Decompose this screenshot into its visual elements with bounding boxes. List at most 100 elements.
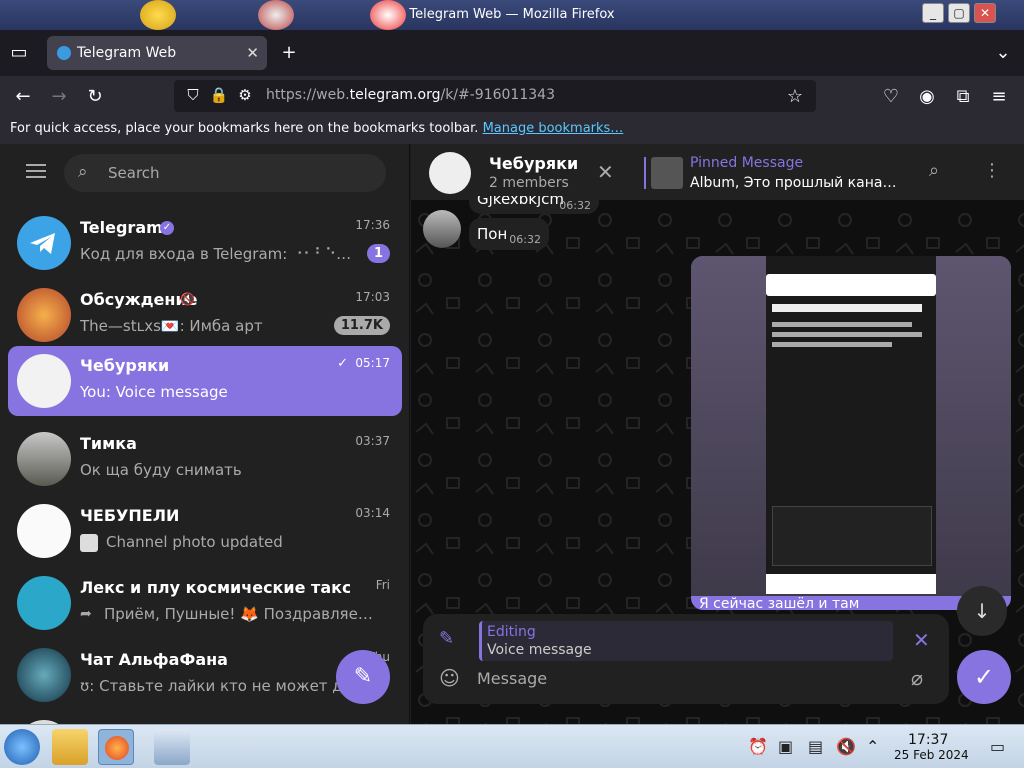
message-text: Gjkexbkjcm: [477, 196, 565, 208]
bookmarks-toolbar: For quick access, place your bookmarks h…: [0, 116, 1024, 144]
more-options-icon[interactable]: ⋮: [983, 160, 1001, 181]
arrow-down-icon: ↓: [973, 599, 991, 623]
avatar: [17, 432, 71, 486]
account-icon[interactable]: ◉: [916, 86, 938, 107]
message-composer: ✎ Editing Voice message ✕ ☺ Message ⌀: [423, 614, 949, 704]
confirm-edit-button[interactable]: ✓: [957, 650, 1011, 704]
close-icon[interactable]: ✕: [597, 160, 614, 184]
pencil-icon: ✎: [353, 664, 373, 689]
clipboard-icon[interactable]: ▣: [778, 737, 793, 756]
new-tab-icon[interactable]: +: [278, 42, 300, 63]
forward-icon[interactable]: →: [48, 86, 70, 107]
manage-bookmarks-link[interactable]: Manage bookmarks…: [483, 121, 624, 136]
chat-item-telegram[interactable]: Telegram ✓ 17:36 Код для входа в Telegra…: [8, 208, 402, 278]
chat-name: Лекс и плу космические таксисты: [80, 578, 350, 597]
pinned-text[interactable]: Album, Это прошлый канал ч…: [690, 175, 900, 191]
photo-text-line: [772, 342, 892, 347]
chat-item-obsuzhdenie[interactable]: Обсуждение 🔇 17:03 The—stʟxs💌: Имба арт …: [8, 280, 402, 350]
minimize-button[interactable]: _: [922, 3, 944, 23]
notification-icon[interactable]: ⏰: [748, 737, 768, 756]
back-icon[interactable]: ←: [12, 86, 34, 107]
emoji-icon[interactable]: ☺: [439, 666, 460, 690]
chat-members-count: 2 members: [489, 175, 569, 191]
cancel-edit-icon[interactable]: ✕: [913, 628, 930, 652]
message-bubble[interactable]: Пон 06:32: [469, 218, 549, 250]
reload-icon[interactable]: ↻: [84, 86, 106, 107]
tab-overview-icon[interactable]: ▭: [8, 42, 30, 63]
chat-time: 03:37: [355, 434, 390, 448]
menu-icon[interactable]: ≡: [988, 86, 1010, 107]
new-message-button[interactable]: ✎: [336, 650, 390, 704]
chat-time: 17:03: [355, 290, 390, 304]
tab-telegram-web[interactable]: Telegram Web ✕: [47, 36, 267, 70]
control-panel-icon[interactable]: [154, 729, 190, 765]
hamburger-menu-icon[interactable]: [26, 164, 46, 178]
file-explorer-icon[interactable]: [52, 729, 88, 765]
scroll-down-button[interactable]: ↓: [957, 586, 1007, 636]
chat-item-cheburyaki[interactable]: Чебуряки ✓ 05:17 You: Voice message: [8, 346, 402, 416]
chat-name: Тимка: [80, 434, 137, 453]
search-icon[interactable]: ⌕: [929, 160, 939, 181]
photo-message[interactable]: Я сейчас зашёл и там: [691, 256, 1011, 610]
permissions-icon[interactable]: ⚙: [234, 86, 256, 104]
pinned-thumbnail: [651, 157, 683, 189]
lock-icon[interactable]: 🔒: [208, 86, 230, 104]
chat-item-partial[interactable]: [8, 712, 402, 724]
url-bar[interactable]: ⛉ 🔒 ⚙ https://web.telegram.org/k/#-91601…: [174, 80, 816, 112]
photo-text-line: [772, 332, 922, 337]
photo-nav-bar: [766, 574, 936, 594]
list-tabs-icon[interactable]: ⌄: [992, 42, 1014, 63]
navigation-toolbar: ← → ↻ ⛉ 🔒 ⚙ https://web.telegram.org/k/#…: [0, 76, 1024, 116]
photo-code-block: [772, 506, 932, 566]
firefox-taskbar-button[interactable]: [98, 729, 134, 765]
search-input[interactable]: ⌕ Search: [64, 154, 386, 192]
pencil-icon: ✎: [439, 628, 455, 649]
extensions-icon[interactable]: ⧉: [952, 86, 974, 107]
chat-avatar[interactable]: [429, 152, 471, 194]
action-center-icon[interactable]: ▭: [990, 737, 1005, 756]
editing-title: Editing: [487, 624, 536, 640]
photo-screenshot: [766, 256, 936, 594]
clock-date[interactable]: 25 Feb 2024: [894, 748, 969, 762]
chat-preview: The—stʟxs💌: Имба арт: [80, 317, 263, 335]
sender-avatar[interactable]: [423, 210, 461, 248]
message-time: 06:32: [559, 199, 591, 212]
message-time: 06:32: [509, 233, 541, 246]
chat-preview: ʊ: Ставьте лайки кто не может дож: [80, 677, 360, 695]
device-icon[interactable]: ▤: [808, 737, 823, 756]
chat-item-timka[interactable]: Тимка 03:37 Ок ща буду снимать: [8, 424, 402, 494]
pinned-title[interactable]: Pinned Message: [690, 155, 803, 171]
unread-badge: 11.7K: [333, 316, 390, 335]
message-bubble[interactable]: Gjkexbkjcm 06:32: [469, 196, 599, 214]
chat-header[interactable]: Чебуряки 2 members ✕ Pinned Message Albu…: [411, 144, 1024, 200]
chat-preview: Ок ща буду снимать: [80, 461, 242, 479]
chat-preview: Channel photo updated: [106, 533, 283, 551]
shield-icon[interactable]: ⛉: [182, 86, 204, 104]
volume-muted-icon[interactable]: 🔇: [836, 737, 856, 756]
show-hidden-icons[interactable]: ⌃: [866, 737, 879, 756]
chat-item-chebupeli[interactable]: ЧЕБУПЕЛИ 03:14 Channel photo updated: [8, 496, 402, 566]
unread-badge: 1: [366, 244, 390, 263]
photo-address-bar: [766, 274, 936, 296]
attach-icon[interactable]: ⌀: [911, 666, 923, 690]
maximize-button[interactable]: ▢: [948, 3, 970, 23]
message-text: Пон: [477, 225, 508, 243]
pinned-indicator: [644, 157, 646, 189]
clock-time[interactable]: 17:37: [908, 732, 948, 748]
photo-thumb-icon: [80, 534, 98, 552]
chat-item-leks[interactable]: Лекс и плу космические таксисты Fri ➦ Пр…: [8, 568, 402, 638]
chat-name: Чат АльфаФана: [80, 650, 228, 669]
close-tab-icon[interactable]: ✕: [246, 44, 259, 62]
bookmark-star-icon[interactable]: ☆: [784, 86, 806, 107]
message-input[interactable]: Message: [477, 669, 547, 688]
pocket-icon[interactable]: ♡: [880, 86, 902, 107]
photo-text-line: [772, 304, 922, 312]
chat-time: 03:14: [355, 506, 390, 520]
forward-icon: ➦: [80, 606, 92, 622]
avatar: [17, 504, 71, 558]
bookmarks-message: For quick access, place your bookmarks h…: [10, 121, 624, 136]
close-window-button[interactable]: ✕: [974, 3, 996, 23]
start-button[interactable]: [4, 729, 40, 765]
tab-label: Telegram Web: [77, 45, 177, 61]
telegram-favicon-icon: [57, 46, 71, 60]
